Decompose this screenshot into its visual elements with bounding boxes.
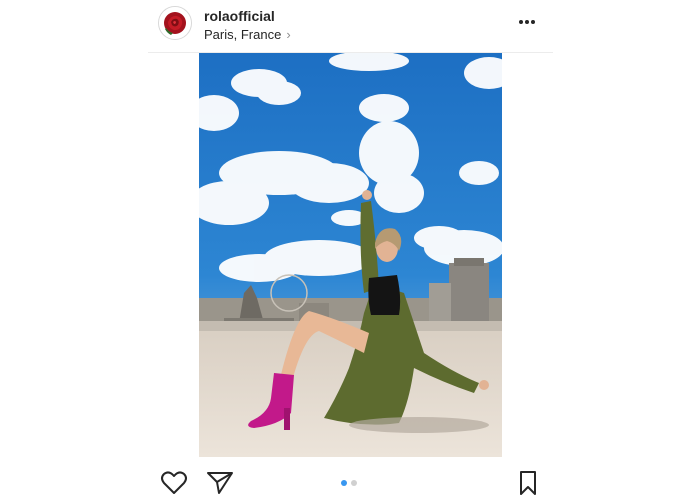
carousel-indicator — [341, 480, 357, 486]
chevron-right-icon: › — [286, 27, 291, 42]
photo-image — [199, 53, 502, 457]
username-link[interactable]: rolaofficial — [204, 8, 275, 24]
post-card: rolaofficial Paris, France › — [148, 0, 553, 500]
bookmark-icon[interactable] — [514, 470, 542, 496]
post-photo[interactable] — [199, 53, 502, 457]
location-link[interactable]: Paris, France › — [204, 27, 291, 42]
heart-icon[interactable] — [160, 470, 188, 496]
more-options-icon[interactable] — [517, 14, 537, 30]
profile-avatar[interactable] — [158, 6, 192, 40]
location-label: Paris, France — [204, 27, 282, 42]
rose-icon — [159, 7, 191, 39]
action-bar — [148, 462, 553, 500]
carousel-dot — [351, 480, 357, 486]
post-header: rolaofficial Paris, France › — [148, 0, 553, 53]
carousel-dot-active — [341, 480, 347, 486]
send-icon[interactable] — [206, 470, 234, 496]
